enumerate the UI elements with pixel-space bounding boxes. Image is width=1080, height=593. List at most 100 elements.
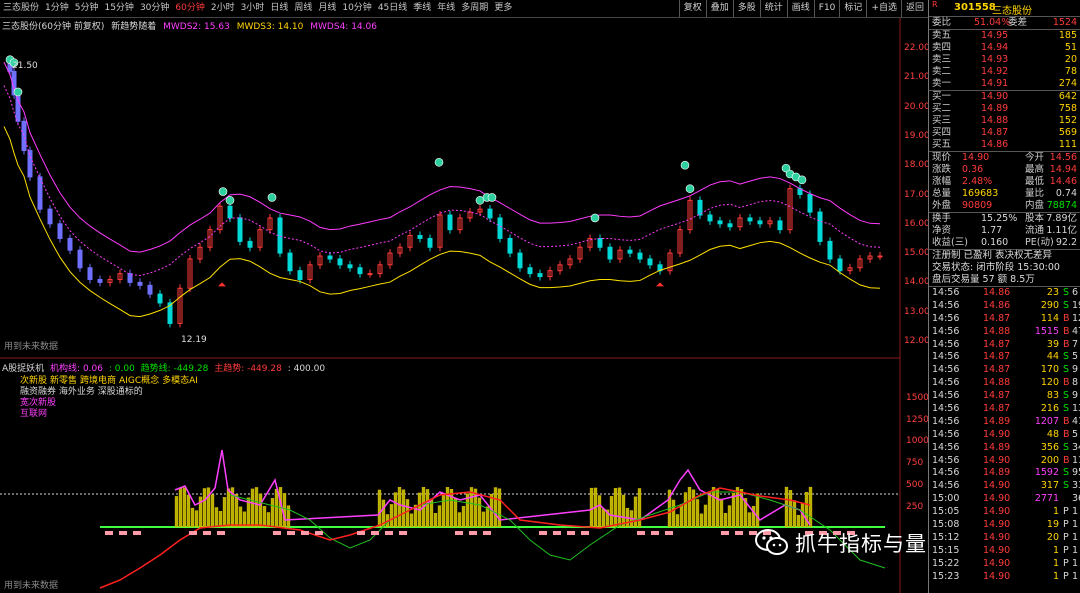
sub-bar xyxy=(675,514,680,528)
bid-level[interactable]: 买四 14.87 569 xyxy=(929,127,1080,139)
sub-bar xyxy=(186,494,191,528)
tick-row: 15:08 14.90 19 P 1 xyxy=(932,519,1079,531)
period-tab[interactable]: 季线 xyxy=(410,0,434,17)
price-tick: 20.00 xyxy=(904,101,930,112)
future-data-note-sub: 用到未来数据 xyxy=(4,581,59,591)
sub-bar xyxy=(637,488,642,528)
period-tab[interactable]: 10分钟 xyxy=(339,0,374,17)
sub-bar xyxy=(401,489,406,528)
ask-level[interactable]: 卖三 14.93 20 xyxy=(929,54,1080,66)
sub-indicator-name[interactable]: A股捉妖机 xyxy=(2,364,44,374)
period-tab[interactable]: 3小时 xyxy=(238,0,268,17)
concept-tag[interactable]: 多模态AI xyxy=(162,376,198,386)
sub-bar xyxy=(282,493,287,528)
tick-row: 15:0014.902771369 xyxy=(932,493,1080,505)
price-tick: 19.00 xyxy=(904,130,930,141)
ask-level[interactable]: 卖一 14.91 274 xyxy=(929,78,1080,90)
signal-marker xyxy=(218,187,228,196)
period-tab[interactable]: 周线 xyxy=(291,0,315,17)
tick-list[interactable]: 14:5614.8623S614:5614.86290S1914:5614.87… xyxy=(929,287,1080,583)
sub-bar xyxy=(597,495,602,528)
candle-body xyxy=(777,220,783,231)
ask-level[interactable]: 卖四 14.94 51 xyxy=(929,42,1080,54)
tool-button[interactable]: 画线 xyxy=(786,0,814,17)
sub-bar xyxy=(254,487,259,528)
sub-bar xyxy=(182,487,187,528)
candle-body xyxy=(47,208,53,225)
period-tab[interactable]: 月线 xyxy=(315,0,339,17)
kline-chart[interactable] xyxy=(0,0,928,593)
sub-bar xyxy=(262,506,267,528)
candle-body xyxy=(87,267,93,280)
period-tab[interactable]: 1分钟 xyxy=(42,0,72,17)
ask-level[interactable]: 卖二 14.92 78 xyxy=(929,66,1080,78)
concept-tag[interactable]: 新零售 xyxy=(50,376,77,386)
buy-arrow xyxy=(218,282,226,287)
tick-row: 15:12 14.90 20 P 1 xyxy=(932,531,1079,543)
period-tab[interactable]: 60分钟 xyxy=(172,0,207,17)
period-tab[interactable]: 日线 xyxy=(267,0,291,17)
tool-button[interactable]: +自选 xyxy=(866,0,901,17)
sub-bar xyxy=(723,513,728,528)
tool-button[interactable]: 叠加 xyxy=(705,0,733,17)
tick-row: 14:5614.86290S19 xyxy=(932,299,1080,311)
quote-row: 外盘 90809 内盘 78874 xyxy=(932,200,1077,211)
period-tab[interactable]: 45日线 xyxy=(375,0,410,17)
sub-bar xyxy=(679,504,684,528)
concept-line-4: 互联网 xyxy=(20,409,48,419)
candle-body xyxy=(827,240,833,260)
candle-body xyxy=(747,217,753,222)
candle-body xyxy=(507,237,513,254)
bid-level[interactable]: 买三 14.88 152 xyxy=(929,115,1080,127)
sub-block xyxy=(735,531,743,535)
period-tab[interactable]: 更多 xyxy=(491,0,515,17)
tool-button[interactable]: 返回 xyxy=(900,0,928,17)
sub-block xyxy=(371,531,379,535)
ask-level[interactable]: 卖五 14.95 185 xyxy=(929,30,1080,42)
sub-k5: : 400.00 xyxy=(287,364,326,374)
price-tick: 14.00 xyxy=(904,277,930,288)
period-tab[interactable]: 5分钟 xyxy=(72,0,102,17)
indicator-name[interactable]: 新趋势随着 xyxy=(111,22,156,32)
sub-bar xyxy=(481,511,486,528)
sub-tick: 750 xyxy=(906,458,924,469)
sub-k4: 主趋势: -449.28 xyxy=(214,364,282,374)
weibi-row: 委比 51.04% 委差 1524 xyxy=(929,17,1080,30)
period-tab[interactable]: 2小时 xyxy=(208,0,238,17)
bid-level[interactable]: 买一 14.90 642 xyxy=(929,91,1080,103)
tool-button[interactable]: 标记 xyxy=(839,0,866,17)
period-tab[interactable]: 15分钟 xyxy=(101,0,136,17)
ask-book: 卖五 14.95 185 卖四 14.94 51 卖三 14.93 20 卖二 14.92 78 卖一 1… xyxy=(929,30,1080,91)
tool-button[interactable]: 复权 xyxy=(678,0,706,17)
sub-tick: 1500 xyxy=(906,393,929,403)
period-tab[interactable]: 年线 xyxy=(434,0,458,17)
sub-block xyxy=(455,531,463,535)
sub-block xyxy=(721,531,729,535)
period-tab[interactable]: 30分钟 xyxy=(137,0,172,17)
concept-tag[interactable]: 次新股 xyxy=(20,376,47,386)
candle-body xyxy=(287,252,293,272)
sub-bar xyxy=(477,497,482,528)
sub-block xyxy=(301,531,309,535)
bid-level[interactable]: 买二 14.89 758 xyxy=(929,103,1080,115)
candle-body xyxy=(297,270,303,280)
tool-button[interactable]: F10 xyxy=(813,0,840,17)
sub-bar xyxy=(671,499,676,528)
candle-body xyxy=(347,264,353,269)
stock-name-tab[interactable]: 三态股份 xyxy=(0,0,42,17)
tick-row: 14:5614.891592S95 xyxy=(932,467,1080,479)
tool-button[interactable]: 多股 xyxy=(732,0,760,17)
sub-block xyxy=(315,531,323,535)
period-tab[interactable]: 多周期 xyxy=(458,0,491,17)
sub-bar xyxy=(695,499,700,528)
candle-body xyxy=(15,94,21,122)
concept-tag[interactable]: AIGC概念 xyxy=(119,376,159,386)
tool-button[interactable]: 统计 xyxy=(759,0,787,17)
concept-tags: 次新股 新零售 跨境电商 AIGC概念 多模态AI 融资融券 海外业务 深股通标的 宽次… xyxy=(20,376,201,420)
sub-bar xyxy=(601,508,606,528)
bid-level[interactable]: 买五 14.86 111 xyxy=(929,139,1080,151)
quote-row: 收益(三) 0.160 PE(动) 92.2 xyxy=(932,237,1077,248)
sub-tick: 250 xyxy=(906,501,924,512)
concept-tag[interactable]: 跨境电商 xyxy=(80,376,116,386)
tick-row: 15:23 14.90 1 P 1 xyxy=(932,570,1079,582)
